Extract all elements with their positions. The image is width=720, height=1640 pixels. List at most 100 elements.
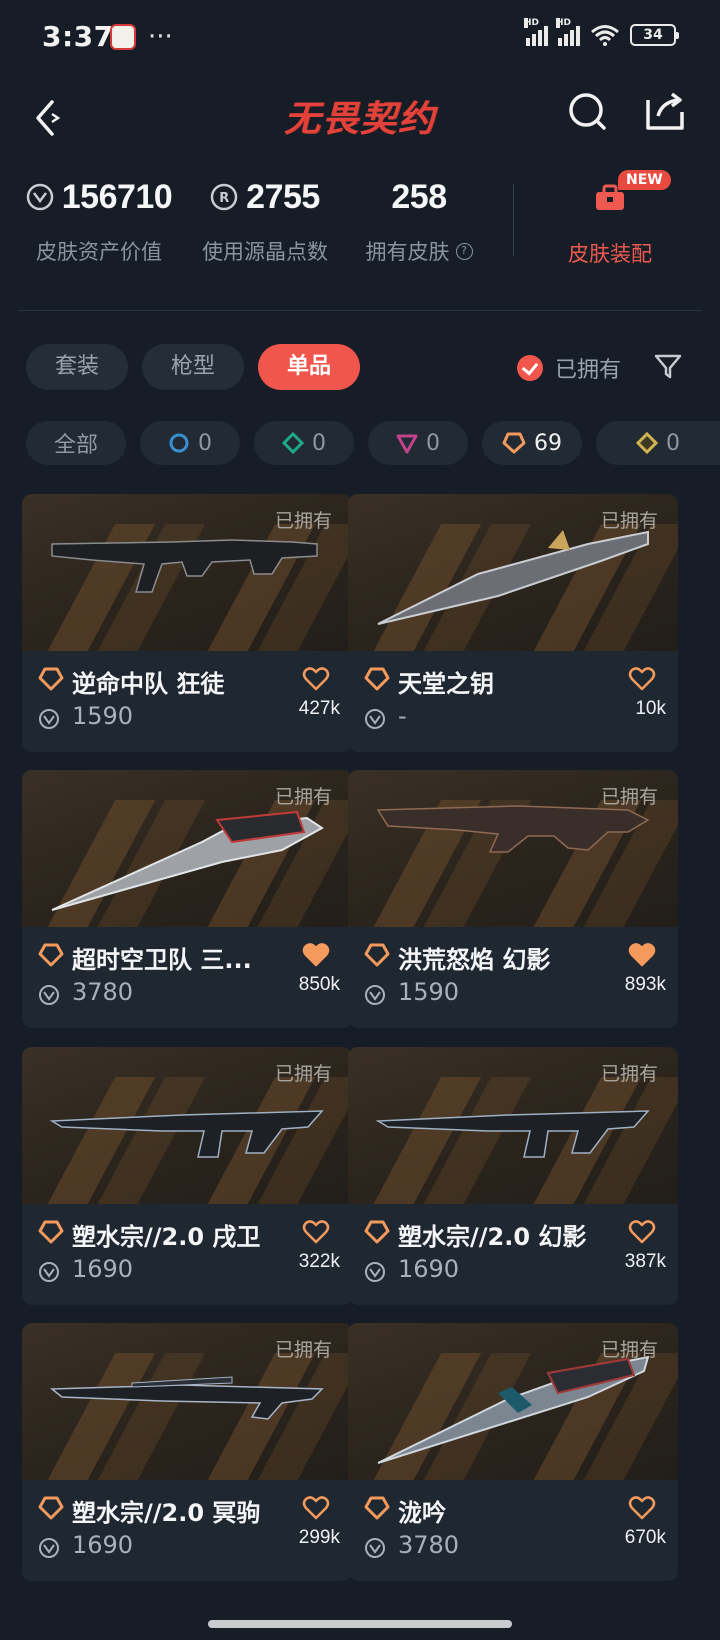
skin-image: 已拥有 xyxy=(22,494,352,651)
exclusive-tier-icon xyxy=(502,432,526,454)
chip-deluxe-tier[interactable]: 0 xyxy=(254,421,354,465)
chip-all-label: 全部 xyxy=(53,433,98,458)
skin-card[interactable]: 已拥有 塑水宗//2.0 戌卫 1690 322k xyxy=(22,1047,352,1305)
vp-icon xyxy=(39,709,59,729)
cell-signal-1-icon: HD xyxy=(524,18,548,46)
skin-name: 超时空卫队 三... xyxy=(72,946,252,974)
select-tier-icon xyxy=(169,433,189,453)
owned-tag: 已拥有 xyxy=(600,1339,658,1361)
vp-icon xyxy=(26,183,54,211)
skin-price: 1590 xyxy=(72,702,134,730)
owned-tag: 已拥有 xyxy=(600,510,658,532)
skin-name: 天堂之钥 xyxy=(398,670,494,698)
heart-icon[interactable] xyxy=(628,1495,656,1521)
help-icon[interactable]: ? xyxy=(455,242,473,260)
status-time: 3:37 xyxy=(42,20,114,53)
status-icons: HD HD 34 xyxy=(524,18,679,46)
vp-icon xyxy=(39,1538,59,1558)
new-badge: NEW xyxy=(618,170,671,190)
chip-premium-tier[interactable]: 0 xyxy=(368,421,468,465)
skin-build-label: 皮肤装配 xyxy=(568,242,652,266)
owned-tag: 已拥有 xyxy=(274,510,332,532)
tab-sets[interactable]: 套装 xyxy=(26,344,128,390)
vp-icon xyxy=(39,985,59,1005)
share-icon[interactable] xyxy=(640,86,690,136)
stats-divider xyxy=(513,184,514,256)
heart-icon[interactable] xyxy=(302,942,330,968)
radianite-stat: R 2755 使用源晶点数 xyxy=(190,172,340,266)
tab-single-items[interactable]: 单品 xyxy=(258,344,360,390)
asset-value: 156710 xyxy=(61,177,173,216)
skins-owned-label: 拥有皮肤 xyxy=(365,240,450,264)
skin-card[interactable]: 已拥有 逆命中队 狂徒 1590 427k xyxy=(22,494,352,752)
skin-price: 1690 xyxy=(72,1531,134,1559)
chip-count: 69 xyxy=(534,430,562,456)
heart-icon[interactable] xyxy=(302,1495,330,1521)
divider xyxy=(18,310,702,311)
skin-image: 已拥有 xyxy=(348,1323,678,1480)
radianite-icon: R xyxy=(210,183,238,211)
tab-weapon-type[interactable]: 枪型 xyxy=(142,344,244,390)
heart-icon[interactable] xyxy=(302,666,330,692)
skin-image: 已拥有 xyxy=(22,1323,352,1480)
battery-icon: 34 xyxy=(630,24,679,46)
vp-icon xyxy=(365,1262,385,1282)
chip-all[interactable]: 全部 xyxy=(26,421,126,465)
owned-tag: 已拥有 xyxy=(274,1063,332,1085)
more-notifications-icon: ··· xyxy=(148,22,173,52)
cell-signal-2-icon: HD xyxy=(556,18,580,46)
chip-exclusive-tier[interactable]: 69 xyxy=(482,421,582,465)
owned-filter-label: 已拥有 xyxy=(555,358,622,383)
skins-owned-count: 258 xyxy=(391,177,447,216)
skin-card[interactable]: 已拥有 洪荒怒焰 幻影 1590 893k xyxy=(348,770,678,1028)
skin-name: 塑水宗//2.0 冥驹 xyxy=(72,1499,261,1527)
filter-icon[interactable] xyxy=(652,350,684,382)
heart-icon[interactable] xyxy=(628,666,656,692)
svg-text:R: R xyxy=(219,191,229,206)
radianite-points: 2755 xyxy=(246,177,320,216)
chip-count: 0 xyxy=(312,430,326,456)
heart-icon[interactable] xyxy=(302,1219,330,1245)
like-count: 670k xyxy=(624,1527,666,1548)
skin-price: - xyxy=(398,702,407,730)
premium-tier-icon xyxy=(396,434,418,454)
skin-name: 泷吟 xyxy=(398,1499,446,1527)
chip-ultra-tier[interactable]: 0 xyxy=(596,421,720,465)
skin-price: 1690 xyxy=(398,1255,460,1283)
stats-panel: 156710 皮肤资产价值 R 2755 使用源晶点数 258 拥有皮肤 ? 皮… xyxy=(0,170,720,312)
skin-price: 1690 xyxy=(72,1255,134,1283)
owned-tag: 已拥有 xyxy=(274,1339,332,1361)
skin-name: 塑水宗//2.0 戌卫 xyxy=(72,1223,261,1251)
skin-price: 1590 xyxy=(398,978,460,1006)
skin-price: 3780 xyxy=(72,978,134,1006)
like-count: 299k xyxy=(298,1527,340,1548)
home-indicator[interactable] xyxy=(208,1620,512,1628)
skin-card[interactable]: 已拥有 泷吟 3780 670k xyxy=(348,1323,678,1581)
chip-select-tier[interactable]: 0 xyxy=(140,421,240,465)
exclusive-tier-icon xyxy=(364,667,390,691)
like-count: 850k xyxy=(298,974,340,995)
asset-value-stat: 156710 皮肤资产价值 xyxy=(24,172,174,266)
skins-owned-stat[interactable]: 258 拥有皮肤 ? xyxy=(356,172,482,266)
chip-count: 0 xyxy=(666,430,680,456)
search-icon[interactable] xyxy=(562,86,612,136)
skin-image: 已拥有 xyxy=(22,770,352,927)
skin-card[interactable]: 已拥有 塑水宗//2.0 冥驹 1690 299k xyxy=(22,1323,352,1581)
like-count: 427k xyxy=(298,698,340,719)
heart-icon[interactable] xyxy=(628,942,656,968)
skin-name: 塑水宗//2.0 幻影 xyxy=(398,1223,587,1251)
skin-card[interactable]: 已拥有 塑水宗//2.0 幻影 1690 387k xyxy=(348,1047,678,1305)
checked-icon xyxy=(517,355,543,381)
vp-icon xyxy=(365,985,385,1005)
skin-image: 已拥有 xyxy=(348,1047,678,1204)
like-count: 322k xyxy=(298,1251,340,1272)
skin-card[interactable]: 已拥有 天堂之钥 - 10k xyxy=(348,494,678,752)
ultra-tier-icon xyxy=(636,432,658,454)
owned-filter-toggle[interactable]: 已拥有 xyxy=(517,352,621,384)
skin-card[interactable]: 已拥有 超时空卫队 三... 3780 850k xyxy=(22,770,352,1028)
vp-icon xyxy=(39,1262,59,1282)
exclusive-tier-icon xyxy=(38,1220,64,1244)
deluxe-tier-icon xyxy=(282,432,304,454)
status-bar: 3:37 ··· HD HD 34 xyxy=(0,0,720,76)
heart-icon[interactable] xyxy=(628,1219,656,1245)
